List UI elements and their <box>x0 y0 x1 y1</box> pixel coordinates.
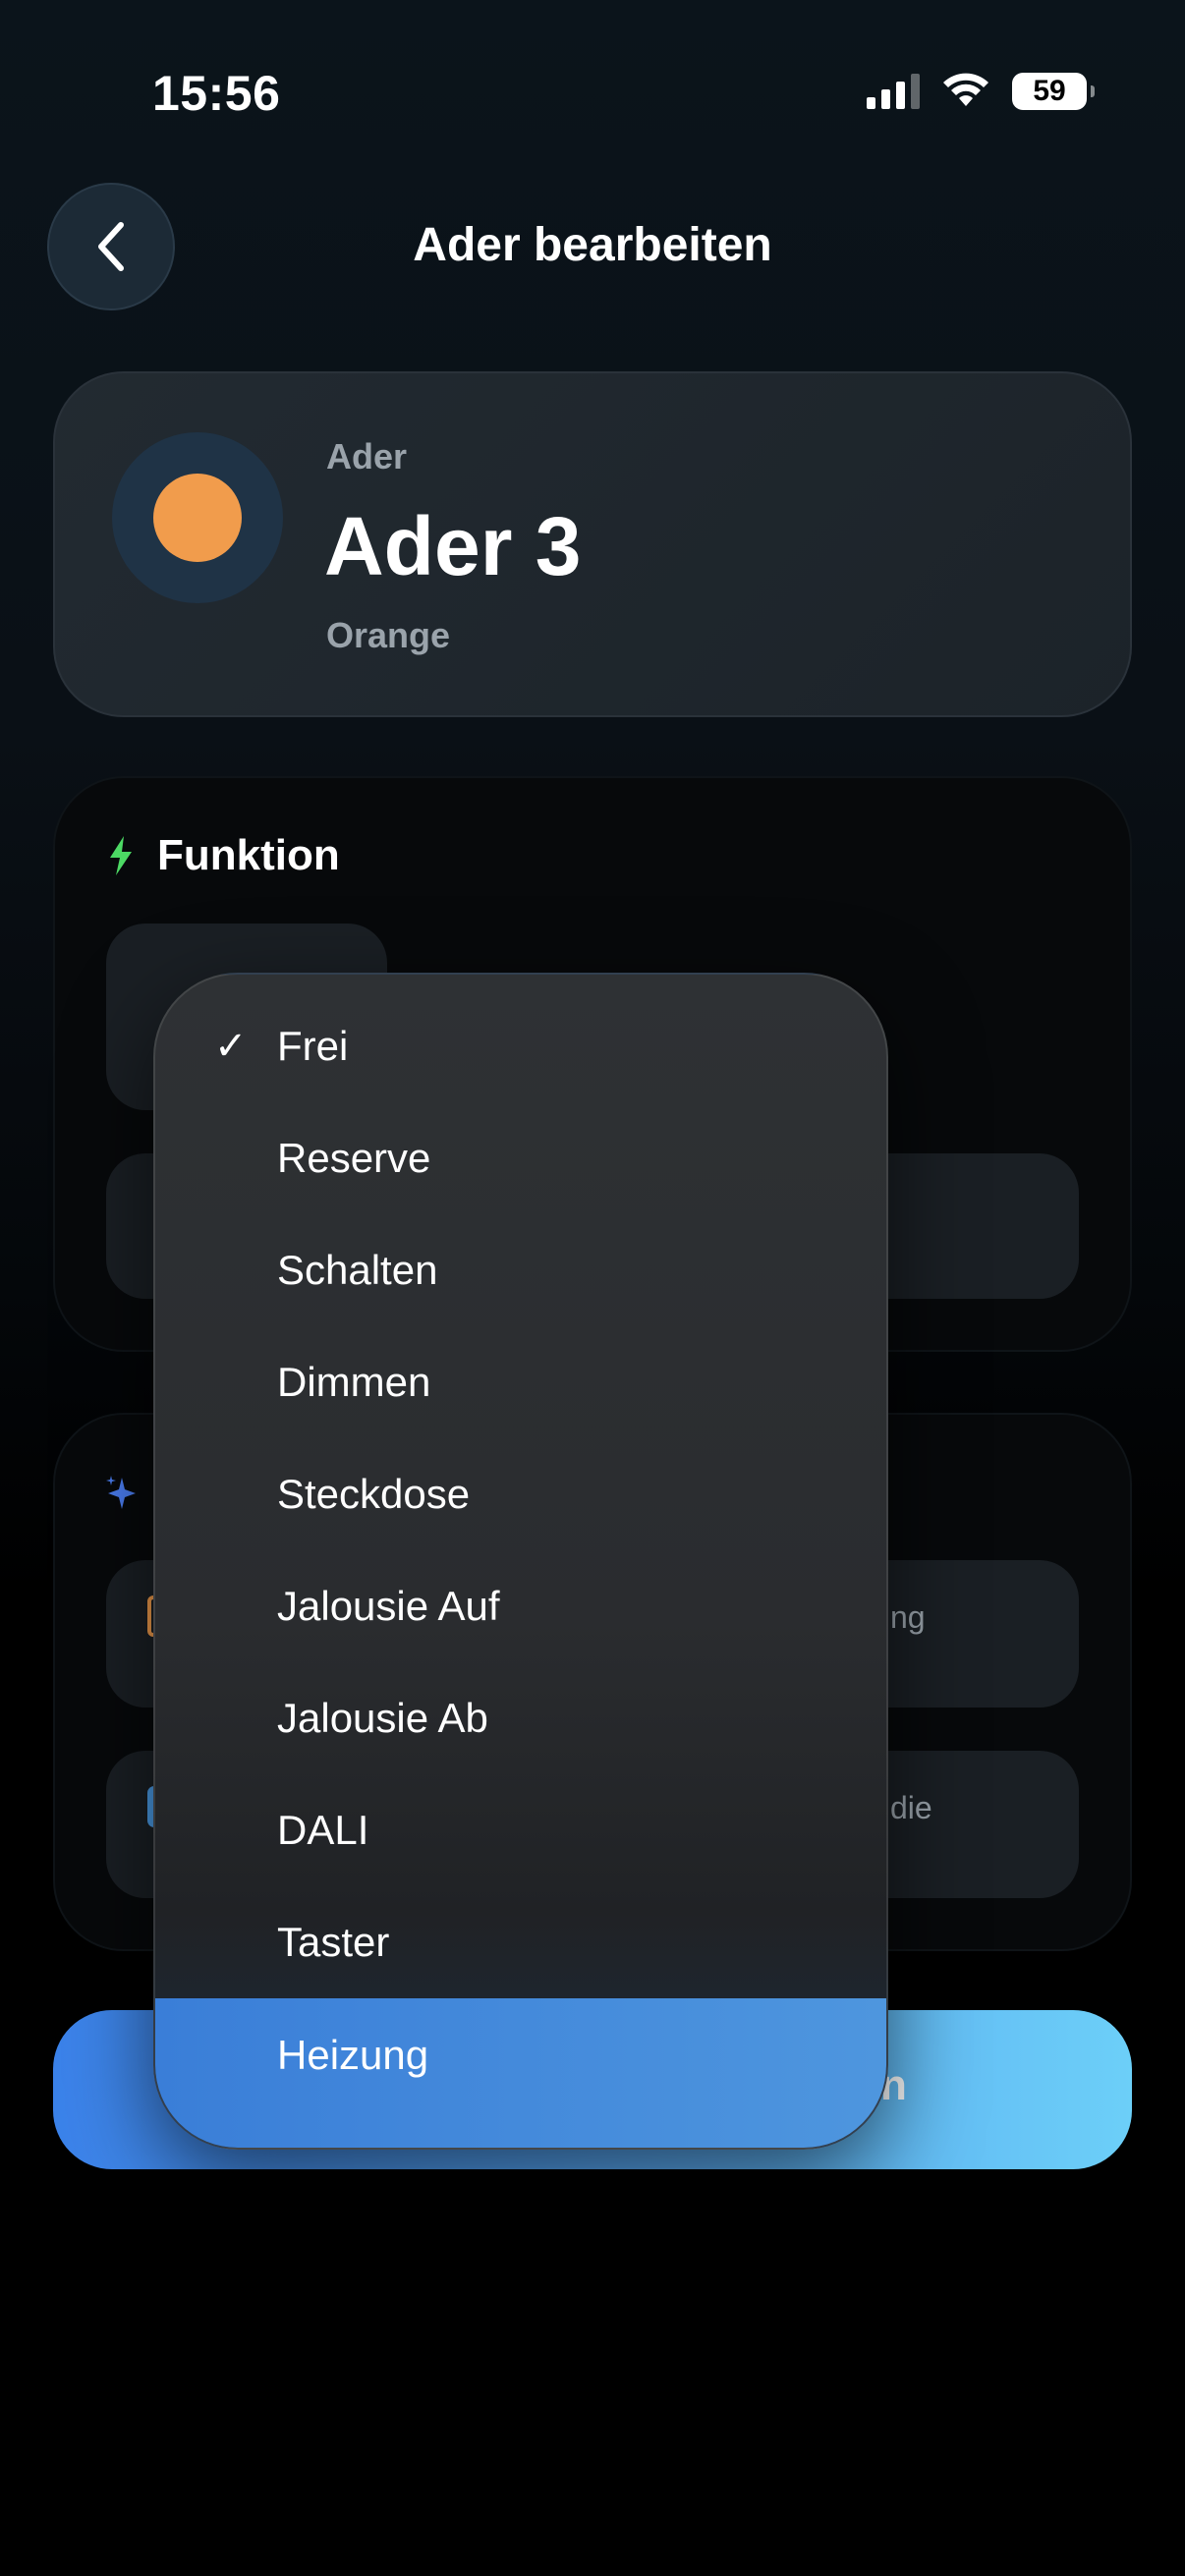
menu-item-label: Jalousie Ab <box>277 1695 488 1741</box>
function-section-header: Funktion <box>108 831 340 880</box>
menu-item-schalten[interactable]: Schalten <box>155 1214 886 1326</box>
status-icons: 59 <box>867 73 1095 110</box>
menu-item-jalousie-ab[interactable]: Jalousie Ab <box>155 1662 886 1774</box>
menu-item-label: DALI <box>277 1807 369 1853</box>
cellular-signal-icon <box>867 74 920 109</box>
battery-icon: 59 <box>1012 73 1095 110</box>
menu-item-label: Taster <box>277 1919 390 1965</box>
menu-item-label: Frei <box>277 1023 349 1069</box>
menu-item-jalousie-auf[interactable]: Jalousie Auf <box>155 1550 886 1662</box>
wire-label: Ader <box>326 436 408 476</box>
sparkle-icon <box>106 1476 136 1509</box>
suggestion-row-text: die <box>890 1790 932 1825</box>
menu-item-dali[interactable]: DALI <box>155 1774 886 1886</box>
page-title: Ader bearbeiten <box>413 219 772 271</box>
menu-item-steckdose[interactable]: Steckdose <box>155 1438 886 1550</box>
menu-item-label: Schalten <box>277 1247 438 1293</box>
suggestion-row-text: ng <box>890 1599 926 1635</box>
wire-color-dot <box>153 474 242 562</box>
wire-color-indicator <box>112 432 283 603</box>
menu-item-label: Jalousie Auf <box>277 1583 500 1629</box>
menu-item-frei[interactable]: ✓ Frei <box>155 990 886 1102</box>
menu-item-label: Dimmen <box>277 1359 431 1405</box>
checkmark-icon: ✓ <box>214 1025 248 1068</box>
menu-item-heizung[interactable]: Heizung <box>155 1998 886 2148</box>
screen: 15:56 59 Ader bearbeiten Ader Ader 3 Ora… <box>0 0 1185 2576</box>
menu-item-dimmen[interactable]: Dimmen <box>155 1326 886 1438</box>
menu-item-label: Heizung <box>277 2032 429 2078</box>
function-dropdown-menu: ✓ Frei Reserve Schalten Dimmen Steckdose… <box>153 973 888 2150</box>
menu-item-label: Steckdose <box>277 1471 471 1517</box>
menu-item-reserve[interactable]: Reserve <box>155 1102 886 1214</box>
wire-name: Ader 3 <box>324 500 582 592</box>
function-section-title: Funktion <box>157 831 340 879</box>
menu-item-taster[interactable]: Taster <box>155 1886 886 1998</box>
bolt-icon <box>110 836 132 875</box>
battery-level: 59 <box>1033 75 1066 107</box>
status-time: 15:56 <box>152 66 281 121</box>
menu-item-label: Reserve <box>277 1135 431 1181</box>
wifi-icon <box>943 73 988 106</box>
wire-color-name: Orange <box>326 615 451 655</box>
wire-card: Ader Ader 3 Orange <box>53 371 1132 717</box>
